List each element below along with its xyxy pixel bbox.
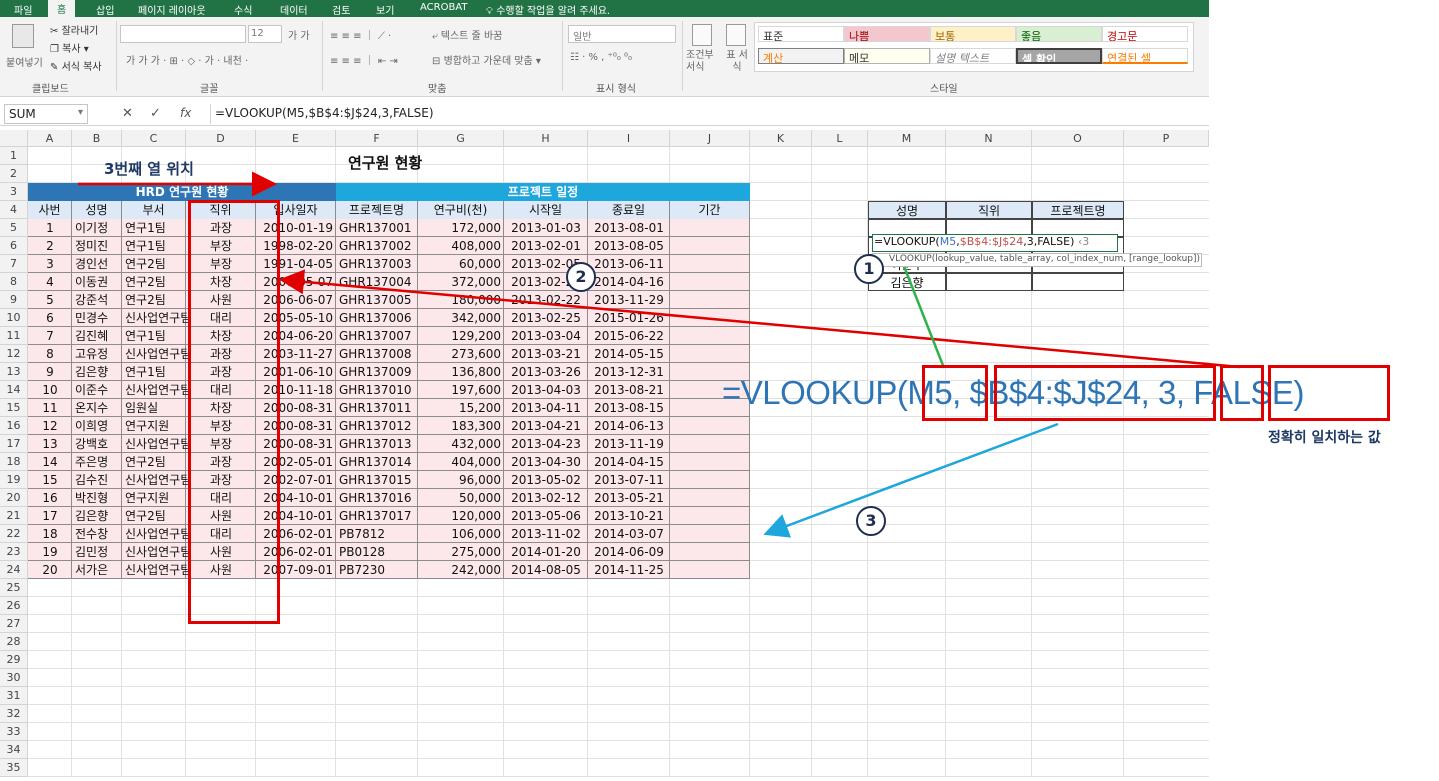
column-highlight-box [188, 200, 280, 624]
exact-match-note: 정확히 일치하는 값 [1268, 430, 1381, 446]
highlight-arg-range-lookup [1268, 365, 1390, 421]
step-marker-2: 2 [566, 262, 596, 292]
highlight-arg-lookup-value [922, 365, 988, 421]
highlight-arg-col-index [1220, 365, 1264, 421]
function-tooltip: VLOOKUP(lookup_value, table_array, col_i… [872, 253, 1202, 267]
arrow-lookup-value [898, 255, 946, 369]
cell-edit-formula[interactable]: =VLOOKUP(M5,$B$4:$J$24,3,FALSE) ‹3 [874, 235, 1089, 248]
highlight-arg-table-array [994, 365, 1216, 421]
arrow-table-array [763, 422, 1059, 538]
step-marker-3: 3 [856, 506, 886, 536]
arrow-col-index [279, 269, 1241, 369]
step-marker-1: 1 [854, 254, 884, 284]
